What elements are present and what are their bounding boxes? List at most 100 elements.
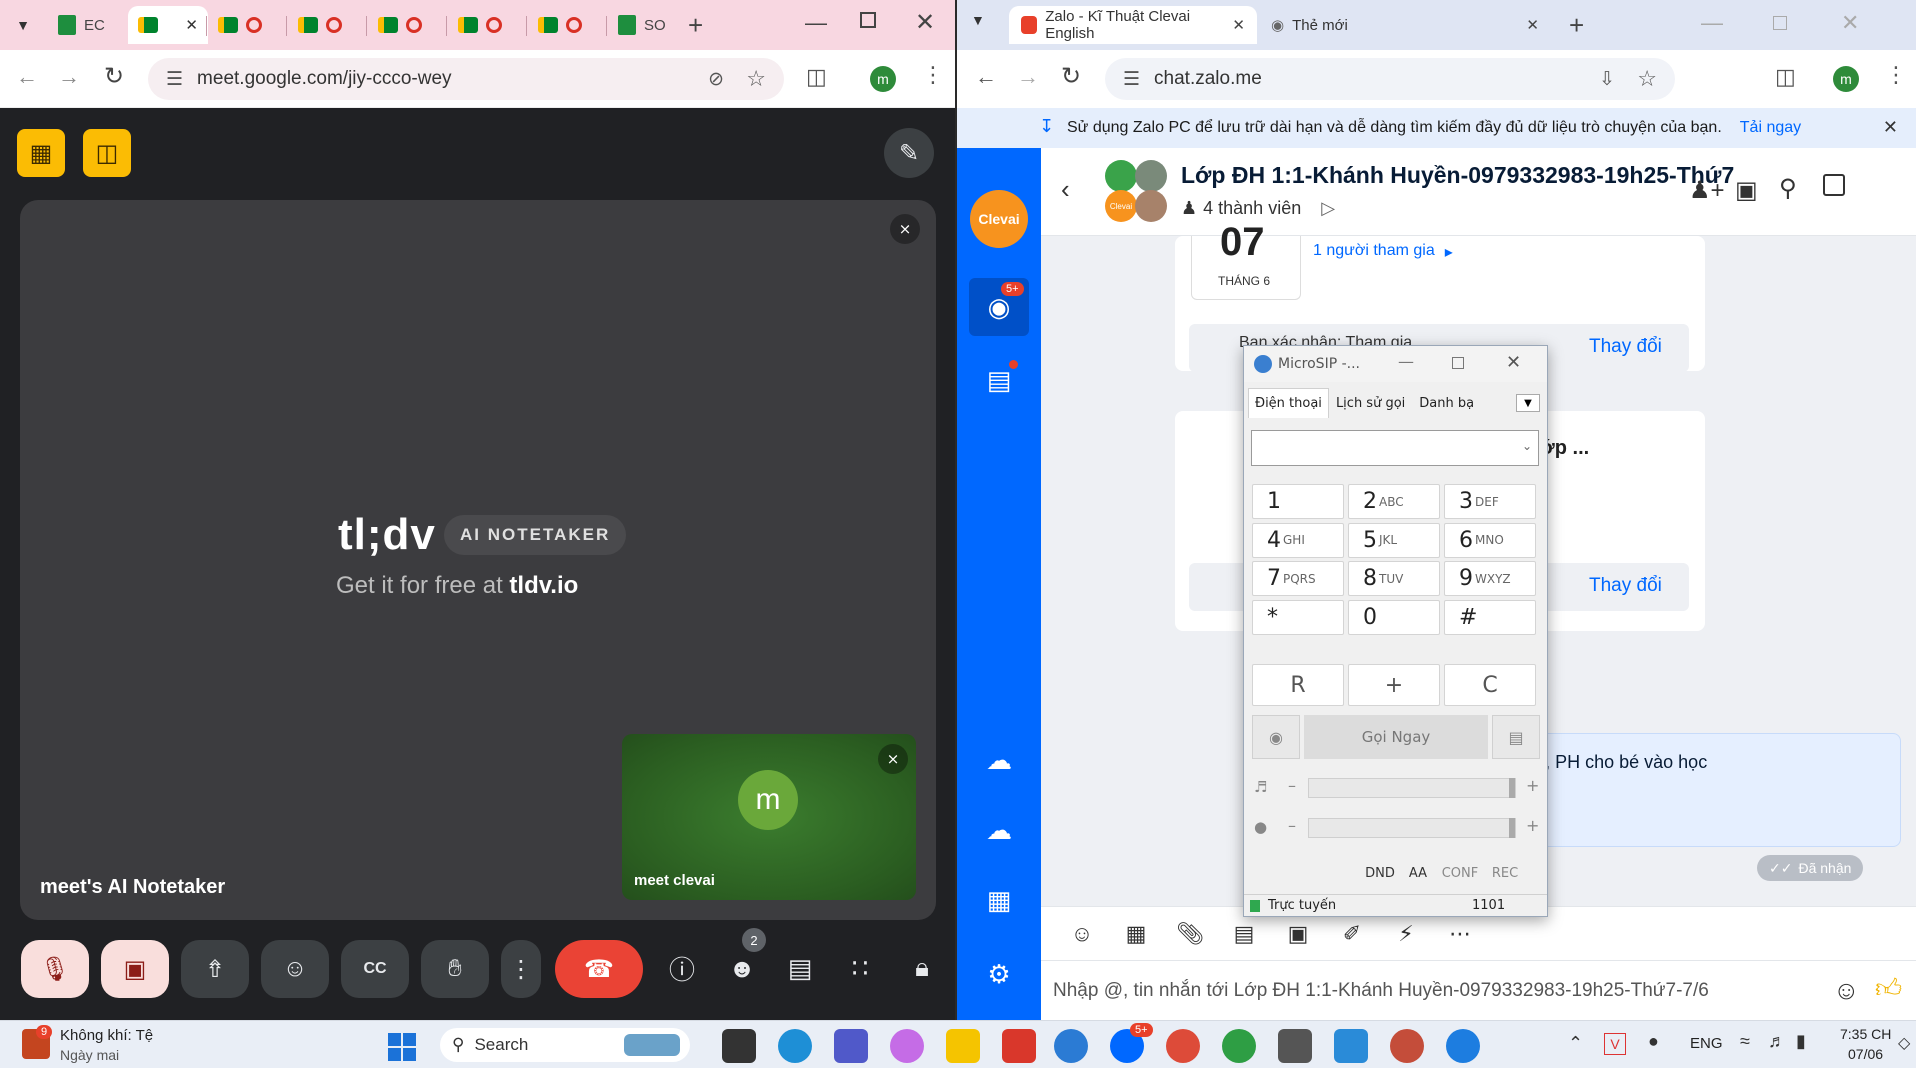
battery-icon[interactable]: ▮ xyxy=(1796,1031,1806,1052)
minimize-button[interactable]: — xyxy=(1398,352,1414,371)
key-7[interactable]: 7 PQRS xyxy=(1252,561,1344,596)
copilot-icon[interactable] xyxy=(890,1029,924,1063)
slider-thumb[interactable] xyxy=(1509,818,1515,838)
extensions-icon[interactable]: ◫ xyxy=(1775,64,1796,90)
sticky-notes-icon[interactable] xyxy=(946,1029,980,1063)
contact-card-icon[interactable]: ▤ xyxy=(1217,921,1271,947)
tab-contacts[interactable]: Danh bạ xyxy=(1412,388,1481,418)
reload-icon[interactable]: ↻ xyxy=(1061,62,1081,91)
camera-app-icon[interactable] xyxy=(1278,1029,1312,1063)
minimize-button[interactable]: — xyxy=(1701,10,1723,36)
conversation-info-panel-icon[interactable] xyxy=(1823,174,1845,196)
key-4[interactable]: 4 GHI xyxy=(1252,522,1344,558)
speaker-icon[interactable]: ♬ xyxy=(1254,778,1267,796)
more-horiz-icon[interactable]: ⋯ xyxy=(1433,921,1487,947)
video-call-icon[interactable]: ▣ xyxy=(1735,176,1758,205)
wifi-icon[interactable]: ≈ xyxy=(1740,1031,1750,1052)
tab-search-chevron-icon[interactable]: ▼ xyxy=(10,12,36,38)
unikey-icon[interactable]: V xyxy=(1604,1033,1626,1055)
tab-5[interactable] xyxy=(448,6,528,44)
activities-grid-icon[interactable]: ∷ xyxy=(838,946,882,990)
emoji-icon[interactable]: ☺ xyxy=(1833,975,1860,1006)
volume-plus[interactable]: + xyxy=(1526,776,1539,795)
zalo-app-icon[interactable]: 5+ xyxy=(1110,1023,1153,1063)
event-participants-link[interactable]: 1 người tham gia ▸ xyxy=(1313,242,1453,262)
input-language[interactable]: ENG xyxy=(1690,1035,1723,1052)
site-settings-icon[interactable]: ☰ xyxy=(166,68,183,91)
people-icon[interactable]: ☻ xyxy=(720,946,764,990)
mic-toggle-button[interactable]: 🎙︎ xyxy=(21,940,89,998)
menu-dropdown-icon[interactable]: ▼ xyxy=(1516,394,1540,412)
close-tab-icon[interactable]: ✕ xyxy=(1232,16,1245,34)
change-rsvp-button[interactable]: Thay đổi xyxy=(1589,336,1662,358)
chrome-profile-icon[interactable] xyxy=(1222,1029,1256,1063)
key-plus[interactable]: + xyxy=(1348,664,1440,706)
close-window-button[interactable]: ✕ xyxy=(915,8,935,37)
clock-time[interactable]: 7:35 CH xyxy=(1840,1026,1891,1042)
thumbs-up-icon[interactable]: 👍︎ xyxy=(1875,973,1902,1004)
teams-icon[interactable] xyxy=(834,1029,868,1063)
tab-search-chevron-icon[interactable]: ▼ xyxy=(971,12,985,28)
maximize-button[interactable] xyxy=(860,12,876,28)
tag-label-icon[interactable]: ▷ xyxy=(1321,198,1335,219)
image-icon[interactable]: ▦ xyxy=(1109,921,1163,947)
menu-kebab-icon[interactable]: ⋮ xyxy=(1885,62,1907,88)
forward-icon[interactable]: → xyxy=(1017,64,1039,90)
volume-minus[interactable]: – xyxy=(1288,776,1296,795)
key-2[interactable]: 2 ABC xyxy=(1348,484,1440,519)
back-chevron-icon[interactable]: ‹ xyxy=(1061,174,1070,205)
member-count[interactable]: ♟ 4 thành viên ▷ xyxy=(1181,198,1335,219)
mic-plus[interactable]: + xyxy=(1526,816,1539,835)
leave-call-button[interactable]: ☎ xyxy=(555,940,643,998)
maximize-button[interactable] xyxy=(1773,16,1787,30)
back-icon[interactable]: ← xyxy=(975,64,997,90)
url-omnibox[interactable]: ☰ chat.zalo.me ⇩ ☆ xyxy=(1105,58,1675,100)
record-button[interactable]: REC xyxy=(1486,860,1524,886)
close-button[interactable]: ✕ xyxy=(1506,352,1521,373)
camera-toggle-button[interactable]: ▣ xyxy=(101,940,169,998)
nav-messages[interactable]: ◉ 5+ xyxy=(969,278,1029,336)
add-member-icon[interactable]: ♟+ xyxy=(1689,176,1725,205)
profile-avatar[interactable]: m xyxy=(1833,66,1859,92)
tab-4[interactable] xyxy=(368,6,448,44)
banner-download-link[interactable]: Tải ngay xyxy=(1740,119,1801,137)
microsip-app-icon[interactable] xyxy=(1446,1029,1480,1063)
chrome-icon[interactable] xyxy=(1166,1029,1200,1063)
search-icon[interactable]: ⚲ xyxy=(1779,174,1797,203)
microphone-icon[interactable]: ● xyxy=(1254,818,1267,836)
video-off-panel-icon[interactable]: ▦ xyxy=(17,129,65,177)
speaker-volume-slider[interactable] xyxy=(1308,778,1516,798)
profile-avatar[interactable]: m xyxy=(870,66,896,92)
url-omnibox[interactable]: ☰ meet.google.com/jiy-ccco-wey ⊘ ☆ xyxy=(148,58,784,100)
key-8[interactable]: 8 TUV xyxy=(1348,561,1440,596)
mic-volume-slider[interactable] xyxy=(1308,818,1516,838)
combo-chevron-icon[interactable]: ⌄ xyxy=(1522,439,1532,453)
tab-3[interactable] xyxy=(288,6,368,44)
edge-browser-icon[interactable] xyxy=(778,1029,812,1063)
host-controls-lock-icon[interactable]: 🔒︎ xyxy=(900,946,944,990)
key-9[interactable]: 9 WXYZ xyxy=(1444,561,1536,596)
notifications-bell-icon[interactable]: ◇ xyxy=(1898,1033,1910,1053)
tab-0[interactable]: EC xyxy=(48,6,128,44)
mic-minus[interactable]: – xyxy=(1288,816,1296,835)
change-rsvp-button-2[interactable]: Thay đổi xyxy=(1589,575,1662,597)
paint-app-icon[interactable] xyxy=(1334,1029,1368,1063)
close-tab-icon[interactable]: ✕ xyxy=(1526,16,1539,34)
zcloud-icon[interactable]: ☁ xyxy=(979,740,1019,780)
extensions-icon[interactable]: ◫ xyxy=(806,64,827,90)
key-1[interactable]: 1 xyxy=(1252,484,1344,519)
microsip-titlebar[interactable]: MicroSIP -... — ✕ xyxy=(1244,346,1547,382)
call-now-button[interactable]: Gọi Ngay xyxy=(1304,715,1488,759)
tab-7[interactable]: SO xyxy=(608,6,688,44)
dnd-button[interactable]: DND xyxy=(1362,860,1398,886)
key-c[interactable]: C xyxy=(1444,664,1536,706)
toolbox-briefcase-icon[interactable]: ▦ xyxy=(979,880,1019,920)
key-hash[interactable]: # xyxy=(1444,599,1536,635)
volume-icon[interactable]: ♬ xyxy=(1768,1031,1786,1052)
tab-2[interactable] xyxy=(208,6,288,44)
tray-overflow-chevron-icon[interactable]: ⌃ xyxy=(1568,1033,1583,1054)
minimize-button[interactable]: — xyxy=(805,10,827,36)
key-3[interactable]: 3 DEF xyxy=(1444,484,1536,519)
reload-icon[interactable]: ↻ xyxy=(104,62,124,91)
message-icon[interactable]: ▤ xyxy=(1492,715,1540,759)
